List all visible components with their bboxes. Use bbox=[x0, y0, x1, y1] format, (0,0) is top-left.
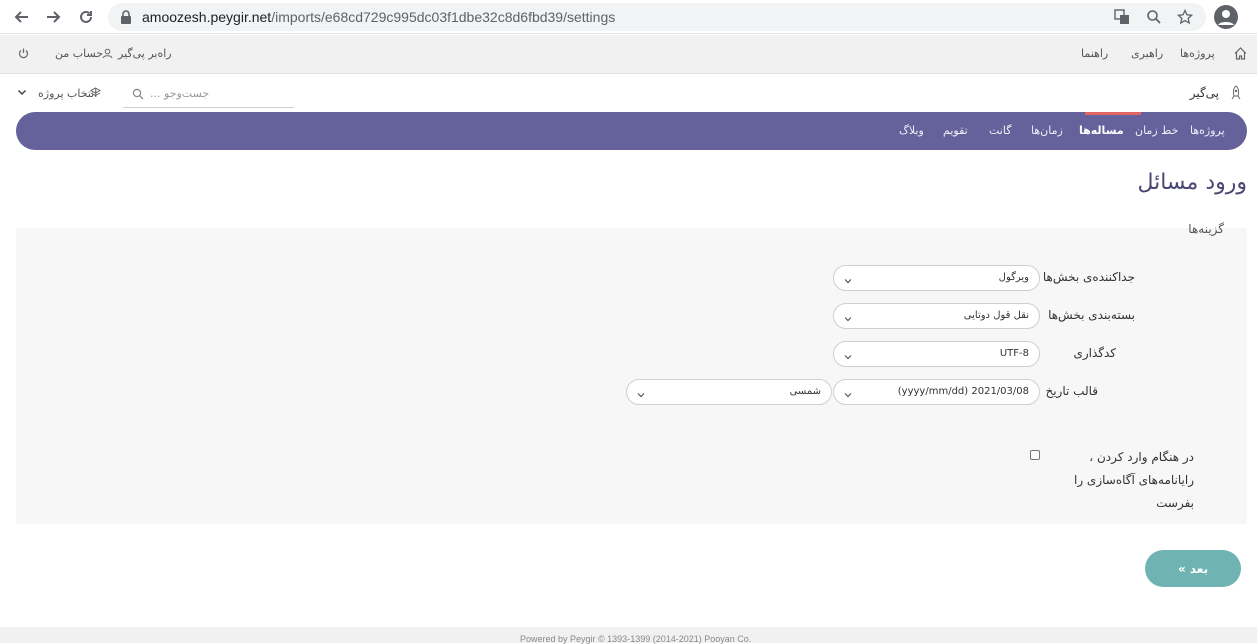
url-path: /imports/e68cd729c995dc03f1dbe32c8d6fbd3… bbox=[271, 9, 616, 25]
browser-toolbar: amoozesh.peygir.net/imports/e68cd729c995… bbox=[0, 0, 1257, 34]
menu-item-blog[interactable]: وبلاگ bbox=[899, 124, 924, 137]
reload-icon[interactable] bbox=[74, 5, 98, 29]
brand-name[interactable]: پی‌گیر bbox=[1190, 86, 1219, 100]
user-icon bbox=[102, 48, 113, 62]
separator-select[interactable]: ویرگول bbox=[833, 265, 1040, 291]
project-menu: پروژه‌ها خط زمان مساله‌ها زمان‌ها گانت ت… bbox=[16, 112, 1247, 150]
date-format-label: قالب تاریخ bbox=[1045, 384, 1098, 398]
options-legend: گزینه‌ها bbox=[1188, 222, 1224, 236]
url-text[interactable]: amoozesh.peygir.net/imports/e68cd729c995… bbox=[142, 9, 615, 25]
power-icon[interactable] bbox=[18, 48, 29, 62]
search-field[interactable]: جست‌وجو ... bbox=[123, 82, 294, 108]
encoding-select[interactable]: UTF-8 bbox=[833, 341, 1040, 367]
separator-label: جداکننده‌ی بخش‌ها bbox=[1042, 270, 1135, 284]
menu-item-times[interactable]: زمان‌ها bbox=[1031, 124, 1063, 137]
chevron-down-icon[interactable] bbox=[17, 86, 27, 100]
brand-and-search-bar: پی‌گیر جست‌وجو ... انتخاب پروژه bbox=[0, 74, 1257, 112]
my-account-link[interactable]: حساب من bbox=[55, 47, 103, 60]
user-name[interactable]: راه‌بر پی‌گیر bbox=[118, 47, 172, 60]
lock-icon bbox=[120, 9, 134, 25]
chevron-down-icon bbox=[843, 271, 853, 284]
menu-item-gantt[interactable]: گانت bbox=[989, 124, 1011, 137]
chevron-down-icon bbox=[843, 385, 853, 398]
bookmark-star-icon[interactable] bbox=[1175, 7, 1195, 27]
profile-avatar-icon[interactable] bbox=[1214, 5, 1238, 29]
chevron-down-icon bbox=[843, 347, 853, 360]
address-bar[interactable]: amoozesh.peygir.net/imports/e68cd729c995… bbox=[108, 3, 1206, 31]
footer: Powered by Peygir © 1393-1399 (2014-2021… bbox=[0, 627, 1257, 644]
topbar-link-guidance[interactable]: راهبری bbox=[1131, 47, 1163, 60]
forward-icon[interactable] bbox=[42, 5, 66, 29]
encoding-label: کدگذاری bbox=[1073, 346, 1116, 360]
layers-icon bbox=[89, 87, 102, 101]
date-format-value: 2021/03/08 (yyyy/mm/dd) bbox=[897, 386, 1029, 397]
calendar-type-select[interactable]: شمسی bbox=[626, 379, 832, 405]
topbar-link-help[interactable]: راهنما bbox=[1081, 47, 1108, 60]
menu-item-projects[interactable]: پروژه‌ها bbox=[1190, 124, 1225, 137]
top-navigation-bar: پروژه‌ها راهبری راهنما راه‌بر پی‌گیر حسا… bbox=[0, 35, 1257, 74]
back-icon[interactable] bbox=[9, 5, 33, 29]
chevron-down-icon bbox=[843, 309, 853, 322]
page-title: ورود مسائل bbox=[1137, 170, 1247, 195]
chevron-down-icon bbox=[636, 385, 646, 398]
wrapper-label: بسته‌بندی بخش‌ها bbox=[1048, 308, 1135, 322]
separator-value: ویرگول bbox=[998, 272, 1029, 283]
menu-item-issues[interactable]: مساله‌ها bbox=[1079, 124, 1124, 137]
translate-icon[interactable] bbox=[1112, 7, 1132, 27]
calendar-type-value: شمسی bbox=[789, 386, 821, 397]
search-icon bbox=[132, 88, 144, 103]
home-icon[interactable] bbox=[1234, 47, 1247, 63]
search-input[interactable]: جست‌وجو ... bbox=[150, 87, 209, 100]
menu-item-calendar[interactable]: تقویم bbox=[943, 124, 968, 137]
date-format-select[interactable]: 2021/03/08 (yyyy/mm/dd) bbox=[833, 379, 1040, 405]
active-tab-indicator bbox=[1085, 112, 1141, 115]
select-project-dropdown[interactable]: انتخاب پروژه bbox=[38, 87, 97, 100]
encoding-value: UTF-8 bbox=[999, 348, 1029, 359]
menu-item-timeline[interactable]: خط زمان bbox=[1135, 124, 1178, 137]
next-button[interactable]: بعد » bbox=[1145, 550, 1241, 587]
topbar-link-projects[interactable]: پروژه‌ها bbox=[1180, 47, 1215, 60]
notify-checkbox-label[interactable]: در هنگام وارد کردن ، رایانامه‌های آگاه‌س… bbox=[1034, 446, 1194, 515]
rocket-icon bbox=[1230, 85, 1242, 104]
wrapper-value: نقل قول دوتایی bbox=[963, 310, 1029, 321]
wrapper-select[interactable]: نقل قول دوتایی bbox=[833, 303, 1040, 329]
zoom-icon[interactable] bbox=[1144, 7, 1164, 27]
url-host: amoozesh.peygir.net bbox=[142, 9, 272, 25]
